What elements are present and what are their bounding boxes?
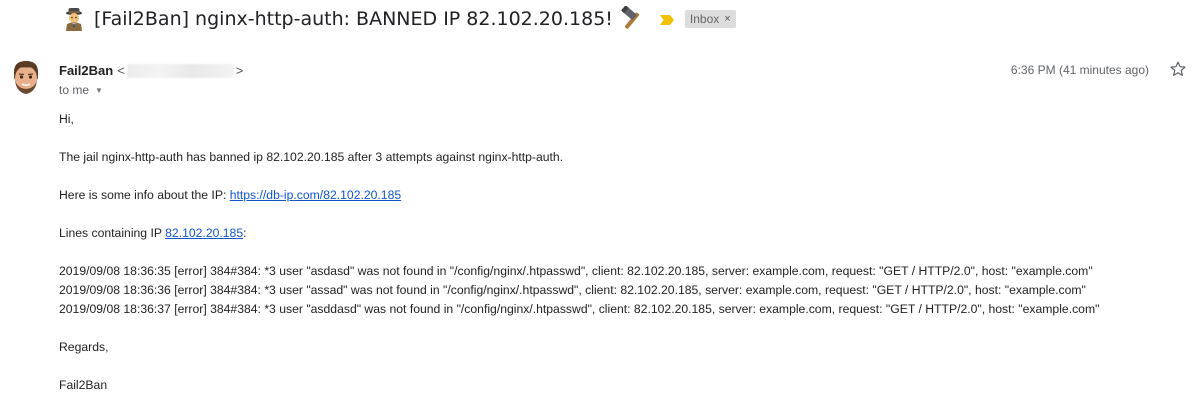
sender-address[interactable]: < >	[117, 63, 243, 78]
log-line: 2019/09/08 18:36:35 [error] 384#384: *3 …	[59, 264, 1093, 278]
recipient-label: to me	[59, 83, 90, 97]
ip-link[interactable]: 82.102.20.185	[165, 226, 243, 240]
regards: Regards,	[59, 340, 109, 354]
star-outline-icon[interactable]	[1169, 60, 1187, 78]
redacted-email-address	[126, 63, 234, 78]
address-open-bracket: <	[117, 63, 125, 78]
ip-info-line: Here is some info about the IP: https://…	[59, 188, 401, 202]
ip-info-link[interactable]: https://db-ip.com/82.102.20.185	[230, 188, 401, 202]
lines-suffix: :	[243, 226, 247, 240]
log-line: 2019/09/08 18:36:36 [error] 384#384: *3 …	[59, 283, 1086, 297]
ip-info-prefix: Here is some info about the IP:	[59, 188, 230, 202]
greeting: Hi,	[59, 112, 74, 126]
recipient-row[interactable]: to me ▼	[59, 83, 103, 97]
email-subject: [Fail2Ban] nginx-http-auth: BANNED IP 82…	[94, 8, 613, 30]
lines-prefix: Lines containing IP	[59, 226, 166, 240]
remove-label-icon[interactable]: ×	[724, 13, 730, 25]
detective-emoji-icon	[62, 7, 86, 31]
chevron-down-icon[interactable]: ▼	[95, 86, 103, 95]
hammer-emoji-icon	[619, 5, 645, 32]
inbox-label-text: Inbox	[689, 12, 720, 26]
subject-row: [Fail2Ban] nginx-http-auth: BANNED IP 82…	[62, 4, 736, 34]
sender-name[interactable]: Fail2Ban	[59, 63, 113, 78]
log-line: 2019/09/08 18:36:37 [error] 384#384: *3 …	[59, 302, 1100, 316]
lines-containing-ip: Lines containing IP 82.102.20.185:	[59, 226, 247, 240]
avatar[interactable]	[8, 58, 44, 98]
important-marker-icon[interactable]	[659, 13, 675, 25]
ban-summary: The jail nginx-http-auth has banned ip 8…	[59, 150, 564, 164]
inbox-label-chip[interactable]: Inbox ×	[684, 10, 736, 28]
signature: Fail2Ban	[59, 378, 108, 392]
address-close-bracket: >	[235, 63, 244, 78]
message-timestamp: 6:36 PM (41 minutes ago)	[1010, 63, 1149, 77]
sender-row: Fail2Ban < >	[59, 63, 243, 78]
